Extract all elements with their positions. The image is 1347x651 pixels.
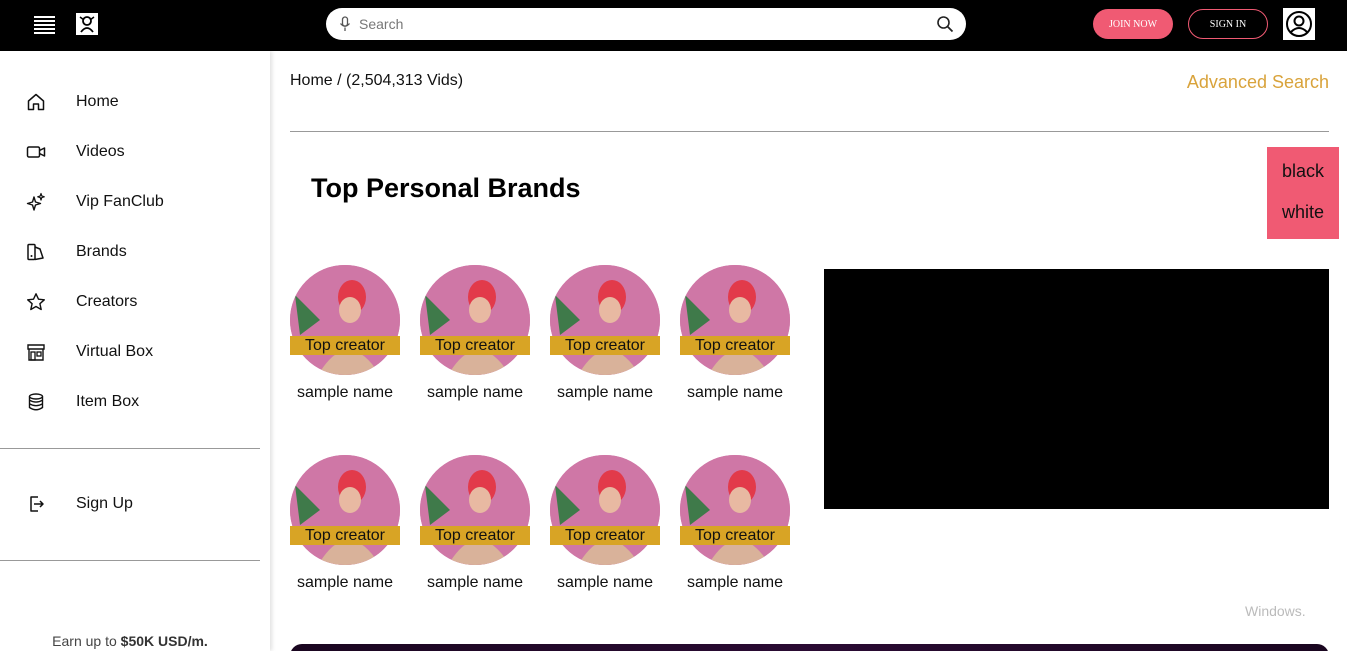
sidebar-divider (0, 448, 260, 449)
logo-icon[interactable] (75, 12, 99, 36)
divider (290, 131, 1329, 132)
sidebar-item-item-box[interactable]: Item Box (0, 377, 260, 427)
sidebar-divider (0, 560, 260, 561)
creator-avatar (290, 265, 400, 375)
creator-avatar (420, 265, 530, 375)
sign-in-button[interactable]: SIGN IN (1188, 9, 1268, 39)
creator-name[interactable]: sample name (410, 574, 540, 592)
breadcrumb: Home / (2,504,313 Vids) (290, 72, 464, 89)
top-creator-badge: Top creator (420, 526, 530, 545)
section-title: Top Personal Brands (311, 173, 581, 203)
home-icon (27, 93, 45, 111)
theme-black-option[interactable]: black (1267, 161, 1339, 182)
menu-icon[interactable] (33, 13, 57, 37)
sidebar-item-label: Brands (76, 243, 127, 260)
advanced-search-link[interactable]: Advanced Search (1187, 72, 1329, 93)
creator-name[interactable]: sample name (670, 384, 800, 402)
earn-amount: $50K USD/m. (120, 633, 208, 649)
sidebar-item-label: Creators (76, 293, 138, 310)
theme-white-option[interactable]: white (1267, 202, 1339, 223)
top-creator-badge: Top creator (680, 336, 790, 355)
windows-watermark: Windows. (1245, 603, 1306, 619)
top-creator-badge: Top creator (550, 526, 660, 545)
storefront-icon (27, 344, 45, 361)
sidebar-item-sign-up[interactable]: Sign Up (0, 479, 260, 529)
sidebar-item-label: Item Box (76, 393, 140, 410)
creator-avatar (420, 455, 530, 565)
sparkles-icon (26, 192, 45, 211)
sidebar-item-label: Sign Up (76, 495, 133, 512)
sign-in-arrow-icon (30, 496, 44, 512)
sidebar-item-home[interactable]: Home (0, 77, 260, 127)
creator-name[interactable]: sample name (540, 384, 670, 402)
sidebar-item-videos[interactable]: Videos (0, 127, 260, 177)
creator-name[interactable]: sample name (410, 384, 540, 402)
top-creator-badge: Top creator (680, 526, 790, 545)
creator-name[interactable]: sample name (280, 574, 410, 592)
sidebar-item-label: Home (76, 93, 119, 110)
sidebar-item-vip-fanclub[interactable]: Vip FanClub (0, 177, 260, 227)
database-icon (28, 393, 44, 411)
join-now-button[interactable]: JOIN NOW (1093, 9, 1173, 39)
search-bar (326, 8, 966, 40)
video-player[interactable] (824, 269, 1329, 509)
top-creator-badge: Top creator (290, 526, 400, 545)
creator-avatar (290, 455, 400, 565)
top-creator-badge: Top creator (290, 336, 400, 355)
creator-avatar (680, 265, 790, 375)
video-camera-icon (26, 146, 46, 158)
star-icon (27, 293, 45, 311)
creator-name[interactable]: sample name (280, 384, 410, 402)
creator-avatar (550, 455, 660, 565)
search-input[interactable] (359, 14, 919, 34)
theme-toggle: black white (1267, 147, 1339, 239)
creator-avatar (550, 265, 660, 375)
earn-promo: Earn up to $50K USD/m. (0, 633, 260, 649)
sidebar: Home Videos Vip FanClub Brands Creators (0, 51, 270, 651)
microphone-icon[interactable] (339, 16, 351, 32)
top-bar: JOIN NOW SIGN IN (0, 0, 1347, 51)
sidebar-item-label: Vip FanClub (76, 193, 164, 210)
search-icon[interactable] (936, 15, 954, 33)
sidebar-item-label: Virtual Box (76, 343, 154, 360)
sidebar-item-label: Videos (76, 143, 125, 160)
sidebar-item-brands[interactable]: Brands (0, 227, 260, 277)
top-creator-badge: Top creator (550, 336, 660, 355)
sidebar-item-virtual-box[interactable]: Virtual Box (0, 327, 260, 377)
earn-prefix: Earn up to (52, 633, 121, 649)
brands-icon (27, 243, 44, 261)
promo-banner[interactable] (290, 644, 1329, 651)
creator-name[interactable]: sample name (540, 574, 670, 592)
user-avatar-icon[interactable] (1283, 8, 1315, 40)
creator-name[interactable]: sample name (670, 574, 800, 592)
creator-avatar (680, 455, 790, 565)
top-creator-badge: Top creator (420, 336, 530, 355)
sidebar-item-creators[interactable]: Creators (0, 277, 260, 327)
